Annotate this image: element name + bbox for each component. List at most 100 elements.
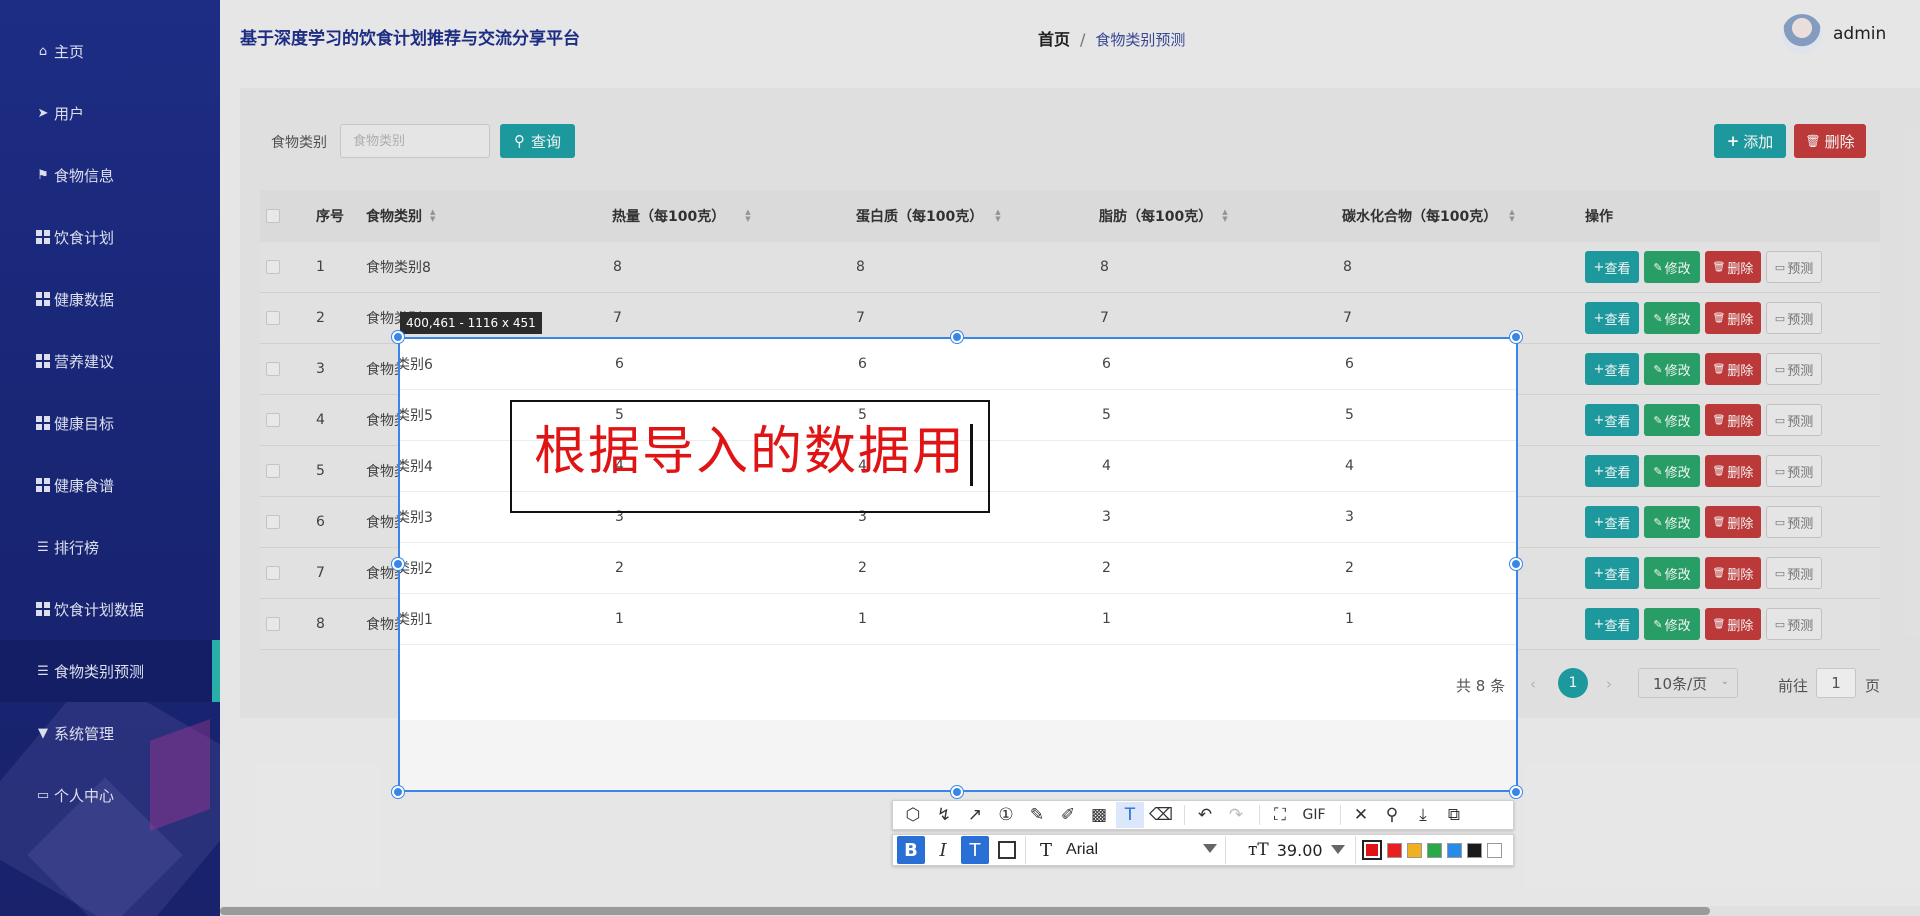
column-header[interactable]: 碳水化合物（每100克） ▲ ▼ (1342, 190, 1515, 242)
color-swatch-yellow[interactable] (1407, 842, 1422, 858)
download-icon[interactable]: ⤓ (1409, 802, 1437, 828)
resize-handle-right[interactable] (1510, 558, 1522, 570)
sort-icon[interactable]: ▲ ▼ (1509, 209, 1514, 223)
row-checkbox[interactable] (266, 395, 280, 445)
predict-button[interactable]: ▭ 预测 (1766, 251, 1822, 283)
predict-button[interactable]: ▭ 预测 (1766, 404, 1822, 436)
sidebar-item-food-info[interactable]: ⚑ 食物信息 (0, 144, 220, 206)
row-checkbox[interactable] (266, 497, 280, 547)
row-checkbox[interactable] (266, 599, 280, 649)
breadcrumb-home[interactable]: 首页 (1038, 30, 1070, 49)
edit-button[interactable]: ✎ 修改 (1644, 302, 1700, 334)
close-icon[interactable]: ✕ (1347, 802, 1375, 828)
highlighter-tool-icon[interactable]: ✐ (1054, 802, 1082, 828)
row-delete-button[interactable]: 🗑 删除 (1705, 353, 1761, 385)
sidebar-item-personal-center[interactable]: ▭ 个人中心 (0, 764, 220, 826)
username[interactable]: admin (1833, 24, 1886, 44)
predict-button[interactable]: ▭ 预测 (1766, 302, 1822, 334)
text-background-toggle[interactable] (993, 836, 1021, 864)
row-delete-button[interactable]: 🗑 删除 (1705, 608, 1761, 640)
select-all-checkbox[interactable] (266, 190, 280, 242)
color-swatch-blue[interactable] (1447, 842, 1462, 858)
sidebar-item-ranking[interactable]: ☰ 排行榜 (0, 516, 220, 578)
delete-button[interactable]: 🗑 删除 (1794, 124, 1866, 158)
text-annotation-box[interactable]: 根据导入的数据用 (510, 400, 990, 513)
view-button[interactable]: + 查看 (1585, 353, 1639, 385)
gif-button[interactable]: GIF (1297, 802, 1331, 828)
predict-button[interactable]: ▭ 预测 (1766, 608, 1822, 640)
sidebar-item-system-management[interactable]: ▼ 系统管理 (0, 702, 220, 764)
sort-icon[interactable]: ▲ ▼ (430, 209, 435, 223)
resize-handle-bottom-left[interactable] (392, 786, 404, 798)
column-header[interactable]: 食物类别 ▲ ▼ (366, 190, 435, 242)
resize-handle-bottom-right[interactable] (1510, 786, 1522, 798)
edit-button[interactable]: ✎ 修改 (1644, 455, 1700, 487)
prev-page-button[interactable]: ‹ (1530, 675, 1536, 693)
column-header[interactable]: 脂肪（每100克） ▲ ▼ (1099, 190, 1228, 242)
row-checkbox[interactable] (266, 242, 280, 292)
color-swatch-white[interactable] (1487, 842, 1502, 858)
sidebar-item-diet-plan-data[interactable]: 饮食计划数据 (0, 578, 220, 640)
polyline-tool-icon[interactable]: ↯ (930, 802, 958, 828)
view-button[interactable]: + 查看 (1585, 608, 1639, 640)
sort-icon[interactable]: ▲ ▼ (745, 209, 750, 223)
next-page-button[interactable]: › (1606, 675, 1612, 693)
color-swatch-current[interactable] (1362, 840, 1382, 860)
resize-handle-top[interactable] (951, 331, 963, 343)
row-delete-button[interactable]: 🗑 删除 (1705, 557, 1761, 589)
view-button[interactable]: + 查看 (1585, 404, 1639, 436)
copy-icon[interactable]: ⧉ (1440, 802, 1468, 828)
annotation-text[interactable]: 根据导入的数据用 (534, 420, 966, 484)
predict-button[interactable]: ▭ 预测 (1766, 506, 1822, 538)
predict-button[interactable]: ▭ 预测 (1766, 455, 1822, 487)
predict-button[interactable]: ▭ 预测 (1766, 557, 1822, 589)
font-size-select[interactable]: ᴛT 39.00 (1225, 836, 1355, 864)
sidebar-item-home[interactable]: ⌂ 主页 (0, 20, 220, 82)
edit-button[interactable]: ✎ 修改 (1644, 608, 1700, 640)
pencil-tool-icon[interactable]: ✎ (1023, 802, 1051, 828)
edit-button[interactable]: ✎ 修改 (1644, 557, 1700, 589)
resize-handle-top-left[interactable] (392, 331, 404, 343)
row-checkbox[interactable] (266, 446, 280, 496)
resize-handle-left[interactable] (392, 558, 404, 570)
italic-toggle[interactable]: I (929, 836, 957, 864)
query-button[interactable]: ⚲ 查询 (500, 124, 575, 158)
horizontal-scrollbar[interactable] (220, 906, 1920, 916)
color-swatch-green[interactable] (1427, 842, 1442, 858)
edit-button[interactable]: ✎ 修改 (1644, 506, 1700, 538)
scrollbar-thumb[interactable] (220, 907, 1710, 915)
color-swatch-black[interactable] (1467, 842, 1482, 858)
sidebar-item-health-data[interactable]: 健康数据 (0, 268, 220, 330)
edit-button[interactable]: ✎ 修改 (1644, 251, 1700, 283)
resize-handle-bottom[interactable] (951, 786, 963, 798)
redo-icon[interactable]: ↷ (1222, 802, 1250, 828)
sort-icon[interactable]: ▲ ▼ (995, 209, 1000, 223)
view-button[interactable]: + 查看 (1585, 455, 1639, 487)
text-outline-toggle[interactable]: T (961, 836, 989, 864)
edit-button[interactable]: ✎ 修改 (1644, 404, 1700, 436)
text-tool-icon[interactable]: T (1116, 802, 1144, 828)
row-delete-button[interactable]: 🗑 删除 (1705, 455, 1761, 487)
sidebar-item-health-goal[interactable]: 健康目标 (0, 392, 220, 454)
undo-icon[interactable]: ↶ (1191, 802, 1219, 828)
row-delete-button[interactable]: 🗑 删除 (1705, 506, 1761, 538)
page-number-current[interactable]: 1 (1558, 668, 1588, 698)
sort-icon[interactable]: ▲ ▼ (1222, 209, 1227, 223)
row-checkbox[interactable] (266, 293, 280, 343)
row-delete-button[interactable]: 🗑 删除 (1705, 404, 1761, 436)
ocr-scan-icon[interactable]: ⛶ (1266, 802, 1294, 828)
color-swatch-red[interactable] (1387, 842, 1402, 858)
resize-handle-top-right[interactable] (1510, 331, 1522, 343)
edit-button[interactable]: ✎ 修改 (1644, 353, 1700, 385)
sidebar-item-diet-plan[interactable]: 饮食计划 (0, 206, 220, 268)
row-checkbox[interactable] (266, 548, 280, 598)
pin-icon[interactable]: ⚲ (1378, 802, 1406, 828)
view-button[interactable]: + 查看 (1585, 302, 1639, 334)
row-delete-button[interactable]: 🗑 删除 (1705, 251, 1761, 283)
goto-page-input[interactable]: 1 (1816, 668, 1856, 698)
column-header[interactable]: 蛋白质（每100克） ▲ ▼ (856, 190, 1001, 242)
number-marker-icon[interactable]: ① (992, 802, 1020, 828)
sidebar-item-health-recipe[interactable]: 健康食谱 (0, 454, 220, 516)
row-checkbox[interactable] (266, 344, 280, 394)
view-button[interactable]: + 查看 (1585, 506, 1639, 538)
